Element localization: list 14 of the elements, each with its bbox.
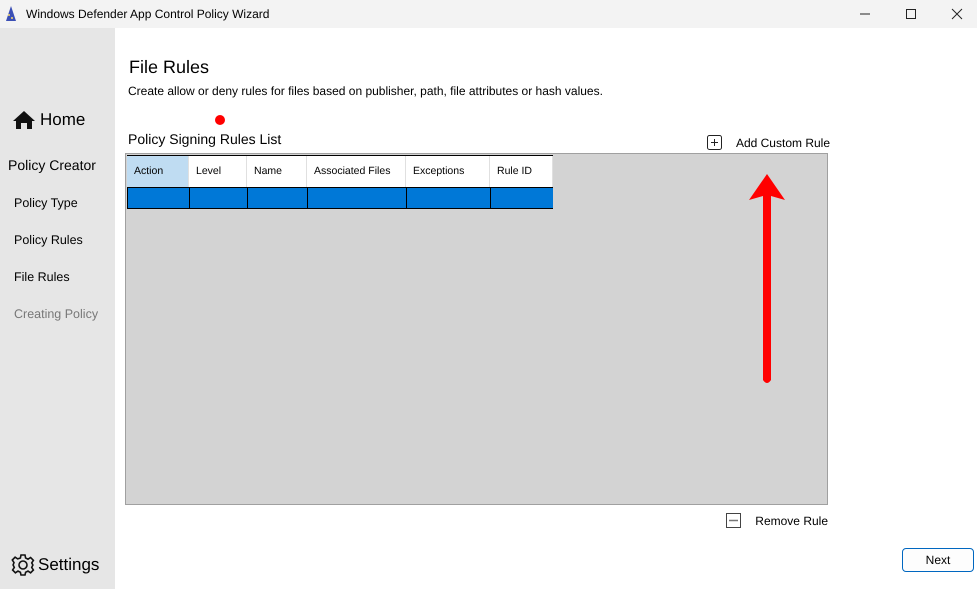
settings-link[interactable]: Settings xyxy=(11,553,115,577)
window-title: Windows Defender App Control Policy Wizard xyxy=(26,7,270,21)
remove-rule-button[interactable]: Remove Rule xyxy=(726,513,828,528)
add-rule-button[interactable]: Add Custom Rule xyxy=(706,135,830,153)
sidebar-item[interactable]: Policy Type xyxy=(14,196,115,210)
sidebar-heading: Policy Creator xyxy=(8,157,97,173)
column-header[interactable]: Action xyxy=(127,156,189,187)
home-link[interactable]: Home xyxy=(12,110,115,130)
page-title: File Rules xyxy=(129,57,210,78)
next-button[interactable]: Next xyxy=(902,548,974,572)
sidebar-item[interactable]: Policy Rules xyxy=(14,233,115,247)
page-description: Create allow or deny rules for files based on publisher, path, file attributes or hash values. xyxy=(128,84,604,98)
sidebar-item[interactable]: File Rules xyxy=(14,270,115,284)
table-title: Policy Signing Rules List xyxy=(128,131,282,149)
